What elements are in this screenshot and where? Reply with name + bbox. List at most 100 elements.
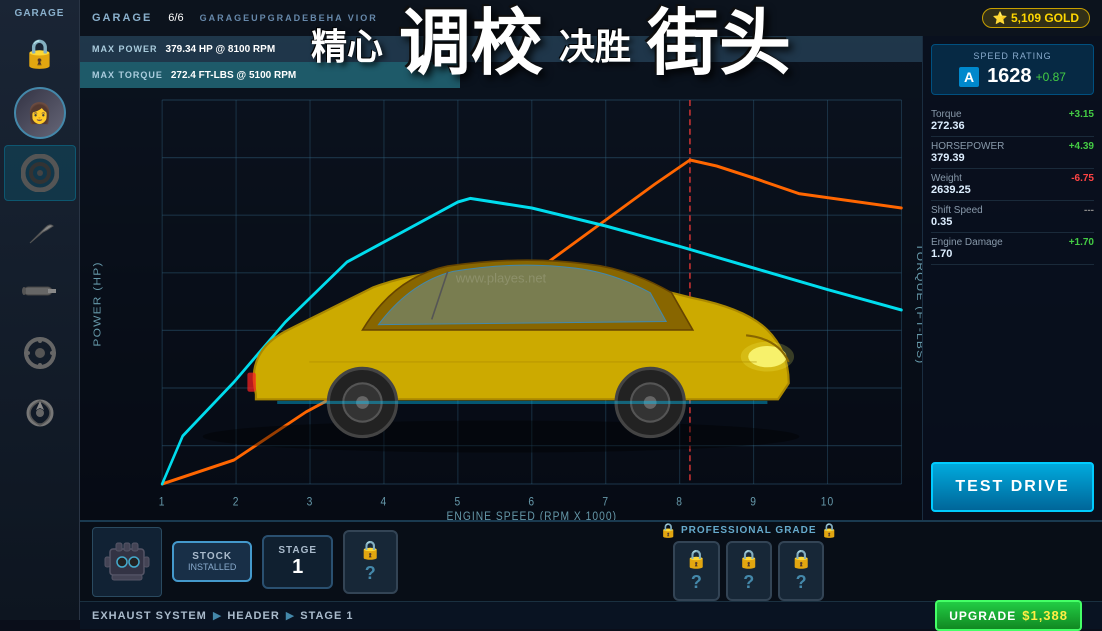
pro-stage-1[interactable]: 🔒 ? bbox=[673, 541, 719, 601]
stat-row-weight: Weight 2639.25 -6.75 bbox=[931, 169, 1094, 201]
gold-icon: ⭐ bbox=[993, 11, 1011, 25]
stage1-number: 1 bbox=[278, 556, 317, 579]
pro-q2: ? bbox=[743, 572, 754, 593]
speed-number: 1628 bbox=[987, 65, 1032, 88]
car-count: 6/6 bbox=[168, 12, 183, 24]
upgrade-stages: STOCK INSTALLED STAGE 1 🔒 ? 🔒 PROFESSION… bbox=[80, 522, 1102, 601]
pro-lock2-icon: 🔒 bbox=[738, 549, 760, 570]
upgrade-label: UPGRADE bbox=[949, 609, 1016, 623]
pro-lock-left-icon: 🔒 bbox=[660, 522, 677, 539]
shift-label: Shift Speed bbox=[931, 205, 983, 216]
turbo-icon bbox=[22, 398, 58, 428]
sidebar-top-label: GARAGE bbox=[13, 4, 67, 23]
pro-grade-label: PROFESSIONAL GRADE bbox=[681, 525, 817, 536]
pro-lock-right-icon: 🔒 bbox=[821, 522, 838, 539]
max-power-bar: MAX POWER 379.34 HP @ 8100 RPM bbox=[80, 36, 922, 62]
damage-label: Engine Damage bbox=[931, 237, 1003, 248]
gear-icon bbox=[23, 336, 57, 370]
weight-delta: -6.75 bbox=[1071, 173, 1094, 184]
pro-lock3-icon: 🔒 bbox=[790, 549, 812, 570]
svg-text:10: 10 bbox=[821, 496, 834, 509]
stats-list: Torque 272.36 +3.15 HORSEPOWER 379.39 +4… bbox=[931, 105, 1094, 265]
pro-stage-2[interactable]: 🔒 ? bbox=[726, 541, 772, 601]
sidebar-item-turbo[interactable] bbox=[4, 385, 76, 441]
stat-row-damage: Engine Damage 1.70 +1.70 bbox=[931, 233, 1094, 265]
svg-text:4: 4 bbox=[381, 496, 388, 509]
pro-lock1-icon: 🔒 bbox=[685, 549, 707, 570]
hp-value: 379.39 bbox=[931, 152, 1004, 164]
pro-grade-items: 🔒 ? 🔒 ? 🔒 ? bbox=[673, 541, 824, 601]
sidebar-item-lock: 🔒 bbox=[4, 25, 76, 81]
lock2-icon: 🔒 bbox=[359, 540, 381, 561]
bottom-bar: STOCK INSTALLED STAGE 1 🔒 ? 🔒 PROFESSION… bbox=[80, 520, 1102, 620]
stat-row-hp: HORSEPOWER 379.39 +4.39 bbox=[931, 137, 1094, 169]
stock-sub: INSTALLED bbox=[188, 562, 236, 572]
sidebar-item-wrench[interactable] bbox=[4, 205, 76, 261]
exhaust-icon bbox=[22, 279, 58, 307]
hp-label: HORSEPOWER bbox=[931, 141, 1004, 152]
engine-icon-box bbox=[92, 527, 162, 597]
main-content: MAX POWER 379.34 HP @ 8100 RPM MAX TORQU… bbox=[80, 36, 1102, 520]
max-torque-value: 272.4 FT-LBS @ 5100 RPM bbox=[171, 70, 296, 81]
tire-icon bbox=[21, 154, 59, 192]
upgrade-button[interactable]: UPGRADE $1,388 bbox=[935, 600, 1082, 631]
weight-value: 2639.25 bbox=[931, 184, 971, 196]
svg-text:POWER (HP): POWER (HP) bbox=[92, 261, 103, 346]
svg-text:2: 2 bbox=[233, 496, 240, 509]
lock2-question: ? bbox=[365, 563, 376, 584]
sidebar-item-tire[interactable] bbox=[4, 145, 76, 201]
torque-value: 272.36 bbox=[931, 120, 965, 132]
stock-label: STOCK bbox=[188, 551, 236, 562]
test-drive-button[interactable]: TEST DRIVE bbox=[931, 462, 1094, 512]
car-silhouette bbox=[160, 200, 842, 460]
svg-text:7: 7 bbox=[602, 496, 609, 509]
breadcrumb-bar: EXHAUST SYSTEM ▶ HEADER ▶ STAGE 1 UPGRAD… bbox=[80, 601, 1102, 629]
pro-q3: ? bbox=[796, 572, 807, 593]
speed-delta: +0.87 bbox=[1036, 70, 1066, 84]
svg-text:1: 1 bbox=[159, 496, 166, 509]
stage1-label: STAGE bbox=[278, 545, 317, 556]
shift-value: 0.35 bbox=[931, 216, 983, 228]
sidebar-item-exhaust[interactable] bbox=[4, 265, 76, 321]
sidebar-item-avatar[interactable]: 👩 bbox=[4, 85, 76, 141]
max-torque-bar: MAX TORQUE 272.4 FT-LBS @ 5100 RPM bbox=[80, 62, 460, 88]
wrench-icon bbox=[25, 218, 55, 248]
svg-text:TORQUE (FT-LBS): TORQUE (FT-LBS) bbox=[914, 243, 922, 364]
svg-text:6: 6 bbox=[528, 496, 535, 509]
svg-text:3: 3 bbox=[307, 496, 314, 509]
pro-grade-section: 🔒 PROFESSIONAL GRADE 🔒 🔒 ? 🔒 ? 🔒 ? bbox=[408, 522, 1091, 601]
svg-text:8: 8 bbox=[676, 496, 683, 509]
torque-delta: +3.15 bbox=[1069, 109, 1094, 120]
damage-delta: +1.70 bbox=[1069, 237, 1094, 248]
player-avatar: 👩 bbox=[14, 87, 66, 139]
top-bar: GARAGE 6/6 GARAGEUPGRADEBEHA VIOR ⭐ 5,10… bbox=[80, 0, 1102, 36]
stage-locked-2[interactable]: 🔒 ? bbox=[343, 530, 397, 594]
torque-label: Torque bbox=[931, 109, 965, 120]
dyno-area: MAX POWER 379.34 HP @ 8100 RPM MAX TORQU… bbox=[80, 36, 922, 520]
svg-text:ENGINE SPEED (RPM X 1000): ENGINE SPEED (RPM X 1000) bbox=[447, 510, 617, 520]
top-bar-left: GARAGE 6/6 GARAGEUPGRADEBEHA VIOR bbox=[92, 12, 378, 24]
upgrade-cost: $1,388 bbox=[1022, 608, 1068, 623]
garage-label: GARAGE bbox=[92, 12, 152, 24]
speed-rating-box: SPEED RATING A 1628 +0.87 bbox=[931, 44, 1094, 95]
right-panel: SPEED RATING A 1628 +0.87 Torque 272.36 … bbox=[922, 36, 1102, 520]
breadcrumb-arrow1: ▶ bbox=[213, 609, 221, 622]
engine-icon bbox=[102, 537, 152, 587]
hp-delta: +4.39 bbox=[1069, 141, 1094, 152]
max-torque-label: MAX TORQUE bbox=[92, 70, 163, 80]
stage-1[interactable]: STAGE 1 bbox=[262, 535, 333, 589]
damage-value: 1.70 bbox=[931, 248, 1003, 260]
gold-amount: 5,109 GOLD bbox=[1011, 11, 1079, 25]
svg-text:9: 9 bbox=[750, 496, 757, 509]
speed-rating-label: SPEED RATING bbox=[940, 51, 1085, 61]
pro-q1: ? bbox=[691, 572, 702, 593]
stat-row-torque: Torque 272.36 +3.15 bbox=[931, 105, 1094, 137]
gold-display: ⭐ 5,109 GOLD bbox=[982, 8, 1090, 28]
pro-stage-3[interactable]: 🔒 ? bbox=[778, 541, 824, 601]
svg-text:5: 5 bbox=[455, 496, 462, 509]
stage-stock[interactable]: STOCK INSTALLED bbox=[172, 541, 252, 582]
lock-icon: 🔒 bbox=[22, 37, 57, 70]
max-power-value: 379.34 HP @ 8100 RPM bbox=[166, 44, 276, 55]
speed-grade: A bbox=[959, 67, 979, 87]
sidebar-item-gear[interactable] bbox=[4, 325, 76, 381]
